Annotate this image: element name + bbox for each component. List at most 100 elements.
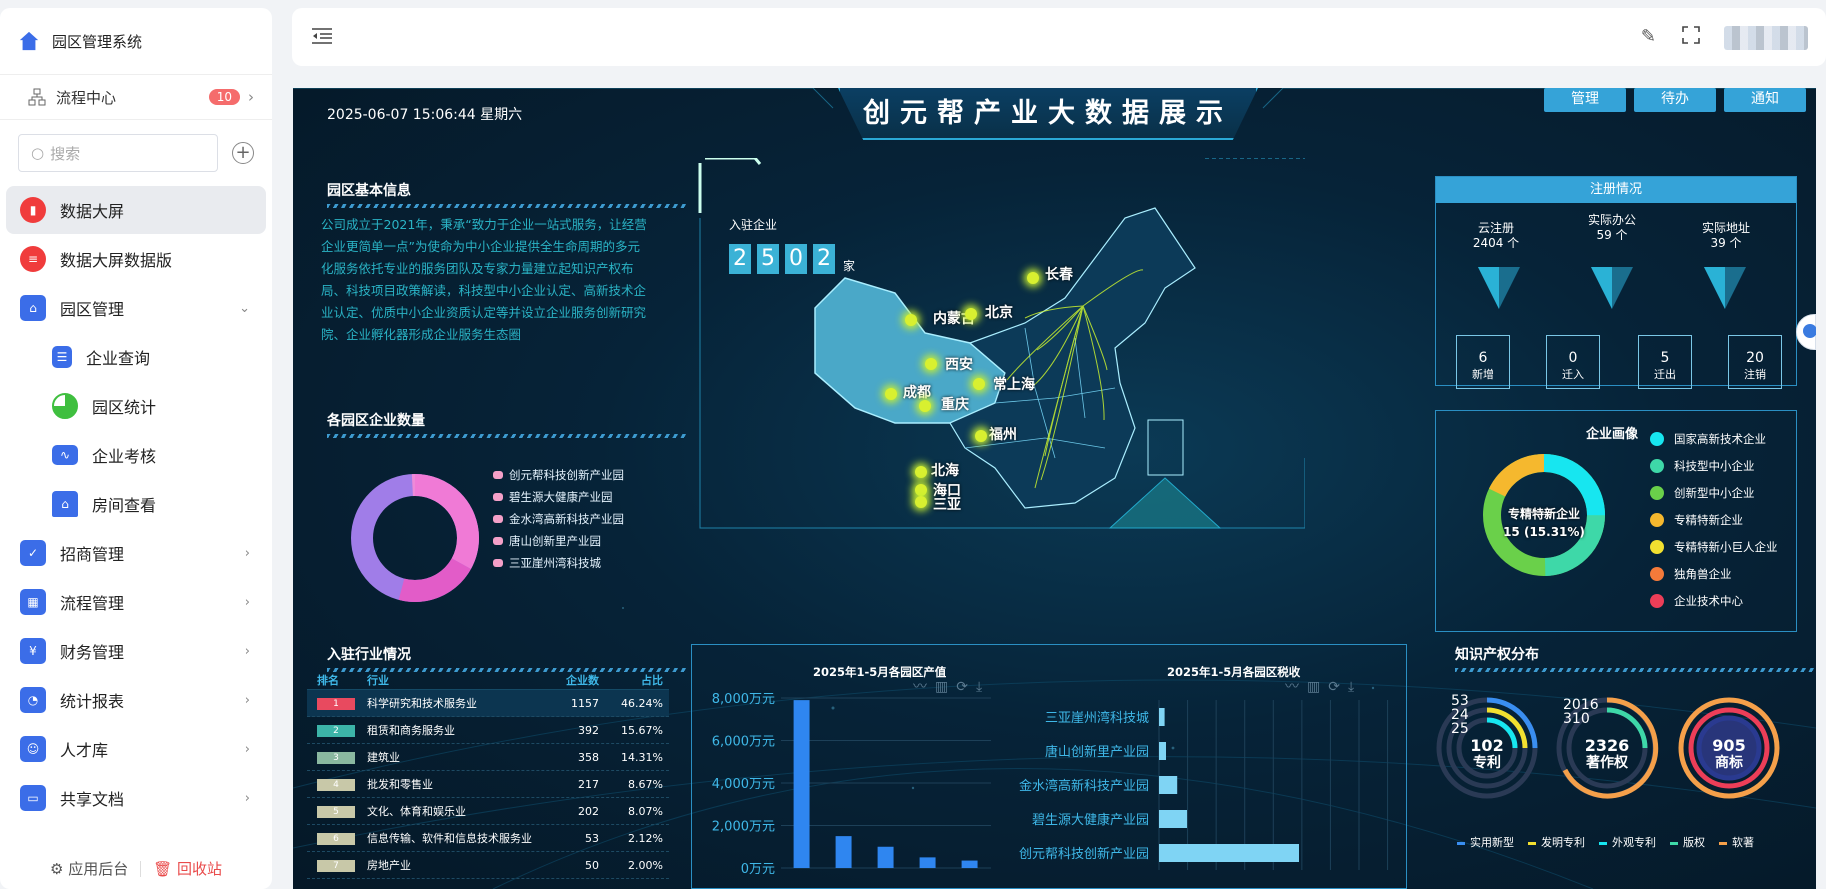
legend-swatch	[1650, 512, 1664, 527]
city-marker[interactable]	[915, 496, 927, 508]
search-input[interactable]: ○ 搜索	[18, 134, 218, 172]
city-marker[interactable]	[885, 388, 897, 400]
city-marker[interactable]	[975, 430, 987, 442]
grid-icon: ▦	[20, 589, 46, 615]
menu-item-investment[interactable]: ✓ 招商管理 ›	[6, 529, 266, 577]
fullscreen-icon[interactable]	[1682, 26, 1700, 44]
bar	[1159, 742, 1166, 760]
add-icon[interactable]: +	[232, 142, 254, 164]
value: 2016	[1563, 697, 1599, 713]
industry-cell: 科学研究和技术服务业	[367, 697, 477, 710]
box-new: 6 新增	[1456, 335, 1510, 389]
menu-item-process[interactable]: ▦ 流程管理 ›	[6, 578, 266, 626]
menu-item-park-management[interactable]: ⌂ 园区管理 ⌄	[6, 284, 266, 332]
menu-label: 企业查询	[86, 349, 151, 368]
rank-cell: 2	[307, 723, 367, 737]
sidebar: 园区管理系统 流程中心 10 › ○ 搜索 + ▮ 数据大屏 ≡ 数据大屏数据版…	[0, 8, 272, 889]
count-cell: 217	[578, 777, 599, 791]
menu-item-finance[interactable]: ¥ 财务管理 ›	[6, 627, 266, 675]
legend-label: 实用新型	[1470, 836, 1514, 849]
counter-digit: 5	[757, 244, 779, 274]
menu: ▮ 数据大屏 ≡ 数据大屏数据版 ⌂ 园区管理 ⌄ ☰ 企业查询 园区统计 ∿ …	[0, 186, 272, 822]
table-row[interactable]: 1 科学研究和技术服务业 1157 46.24%	[307, 690, 669, 717]
rank-badge: 2	[317, 725, 355, 737]
city-label: 长春	[1045, 267, 1073, 283]
top-bar: ✎	[292, 8, 1826, 66]
table-row[interactable]: 2 租赁和商务服务业 392 15.67%	[307, 717, 669, 744]
pct-cell: 8.67%	[628, 777, 663, 791]
table-row[interactable]: 4 批发和零售业 217 8.67%	[307, 771, 669, 798]
flow-center[interactable]: 流程中心 10 ›	[0, 74, 272, 120]
city-marker[interactable]	[905, 314, 917, 326]
bar	[877, 846, 894, 868]
y-tick-label: 2,000万元	[712, 820, 775, 835]
menu-item-company-query[interactable]: ☰ 企业查询	[6, 333, 266, 381]
city-marker[interactable]	[915, 466, 927, 478]
pin-icon[interactable]: ✎	[1641, 26, 1656, 47]
menu-item-data-screen[interactable]: ▮ 数据大屏	[6, 186, 266, 234]
city-marker[interactable]	[973, 378, 985, 390]
screen-title: 创元帮产业大数据展示	[838, 88, 1258, 140]
settled-counter: 2 5 0 2 家	[729, 244, 855, 274]
app-title: 园区管理系统	[52, 32, 143, 51]
value: 53	[1451, 693, 1469, 709]
count-cell: 53	[585, 831, 599, 845]
app-brand[interactable]: 园区管理系统	[0, 8, 272, 74]
menu-item-park-stats[interactable]: 园区统计	[6, 382, 266, 430]
box-label: 注销	[1744, 368, 1766, 381]
box-value: 0	[1568, 350, 1578, 366]
user-avatar[interactable]	[1724, 26, 1808, 50]
manage-button[interactable]: 管理	[1544, 88, 1626, 112]
stat-value: 2404 个	[1472, 236, 1520, 250]
city-marker[interactable]	[919, 400, 931, 412]
chart-toolbar-tax[interactable]: 〰▥⟳⤓	[1285, 676, 1362, 696]
admin-link[interactable]: ⚙ 应用后台	[50, 858, 128, 879]
city-marker[interactable]	[925, 358, 937, 370]
chevron-right-icon: ›	[244, 594, 250, 610]
park-info-title: 园区基本信息	[327, 180, 687, 208]
table-row[interactable]: 5 文化、体育和娱乐业 202 8.07%	[307, 798, 669, 825]
collapse-menu-icon[interactable]	[312, 28, 332, 44]
table-row[interactable]: 3 建筑业 358 14.31%	[307, 744, 669, 771]
chart-toolbar-output[interactable]: 〰▥⟳⤓	[913, 676, 990, 696]
notify-button[interactable]: 通知	[1724, 88, 1806, 112]
menu-item-talent[interactable]: ☺ 人才库 ›	[6, 725, 266, 773]
y-tick-label: 6,000万元	[712, 735, 775, 750]
line-chart-icon: ∿	[52, 445, 78, 465]
table-row[interactable]: 7 房地产业 50 2.00%	[307, 852, 669, 879]
counter-digit: 0	[785, 244, 807, 274]
box-out: 5 迁出	[1638, 335, 1692, 389]
menu-item-company-assessment[interactable]: ∿ 企业考核	[6, 431, 266, 479]
todo-button[interactable]: 待办	[1634, 88, 1716, 112]
bar	[919, 857, 936, 868]
rank-badge: 1	[317, 698, 355, 710]
table-row[interactable]: 6 信息传输、软件和信息技术服务业 53 2.12%	[307, 825, 669, 852]
menu-item-data-screen-data[interactable]: ≡ 数据大屏数据版	[6, 235, 266, 283]
menu-label: 房间查看	[92, 496, 157, 515]
center-value: 15 (15.31%)	[1503, 525, 1585, 539]
city-marker[interactable]	[1027, 272, 1039, 284]
legend-label: 发明专利	[1541, 836, 1585, 849]
patent-values: 53 24 25	[1451, 694, 1469, 736]
recycle-link[interactable]: 🗑 回收站	[153, 858, 222, 879]
city-marker[interactable]	[965, 308, 977, 320]
legend-item: 专精特新企业	[1650, 506, 1778, 533]
count-cell: 202	[578, 804, 599, 818]
legend-item: 金水湾高新科技产业园	[493, 508, 624, 530]
legend-item: 实用新型	[1457, 834, 1514, 850]
profile-title: 企业画像	[1586, 427, 1639, 442]
menu-label: 园区管理	[60, 300, 125, 319]
flow-badge: 10	[208, 89, 240, 105]
menu-item-room-view[interactable]: ⌂ 房间查看	[6, 480, 266, 528]
counter-digit: 2	[729, 244, 751, 274]
sidebar-footer: ⚙ 应用后台 🗑 回收站	[0, 858, 272, 879]
clock-icon: ◔	[20, 687, 46, 713]
menu-item-reports[interactable]: ◔ 统计报表 ›	[6, 676, 266, 724]
search-row: ○ 搜索 +	[0, 120, 272, 186]
city-marker[interactable]	[915, 484, 927, 496]
pct-cell: 46.24%	[621, 696, 663, 710]
flow-label: 流程中心	[56, 88, 117, 107]
chevron-right-icon: ›	[244, 545, 250, 561]
menu-item-shared-docs[interactable]: ▭ 共享文档 ›	[6, 774, 266, 822]
gear-icon: ⚙	[49, 860, 69, 878]
